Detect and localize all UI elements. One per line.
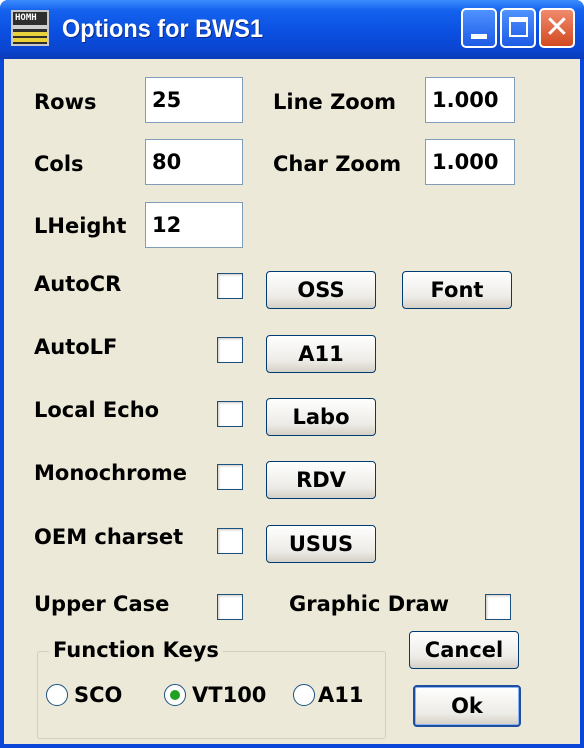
rows-label: Rows <box>34 90 97 114</box>
close-icon: ✕ <box>544 10 570 45</box>
vt100-radio[interactable] <box>164 684 186 706</box>
autocr-checkbox[interactable] <box>217 273 243 299</box>
sco-label: SCO <box>74 683 123 707</box>
minimize-icon <box>471 34 487 39</box>
sco-radio[interactable] <box>46 684 68 706</box>
cancel-button[interactable]: Cancel <box>409 631 519 669</box>
local-echo-checkbox[interactable] <box>217 401 243 427</box>
graphic-draw-checkbox[interactable] <box>485 594 511 620</box>
minimize-button[interactable] <box>461 8 497 48</box>
local-echo-label: Local Echo <box>34 398 160 422</box>
oss-button[interactable]: OSS <box>266 271 376 309</box>
upper-case-label: Upper Case <box>34 592 170 616</box>
a11-button[interactable]: A11 <box>266 335 376 373</box>
rows-input[interactable]: 25 <box>145 77 243 123</box>
line-zoom-label: Line Zoom <box>273 90 397 114</box>
radio-selected-dot <box>170 690 180 700</box>
lheight-input[interactable]: 12 <box>145 202 243 248</box>
vt100-label: VT100 <box>192 683 267 707</box>
maximize-button[interactable] <box>500 8 536 48</box>
function-keys-title: Function Keys <box>49 637 223 663</box>
a11-radio-label: A11 <box>318 683 364 707</box>
icon-stripe <box>13 32 47 36</box>
window-title: Options for BWS1 <box>62 15 264 43</box>
cols-input[interactable]: 80 <box>145 139 243 185</box>
line-zoom-input[interactable]: 1.000 <box>425 77 515 123</box>
close-button[interactable]: ✕ <box>539 8 575 48</box>
autocr-label: AutoCR <box>34 272 122 296</box>
options-dialog: HOMH Options for BWS1 ✕ Rows 25 Cols 80 … <box>0 0 584 748</box>
upper-case-checkbox[interactable] <box>217 594 243 620</box>
app-icon-label: HOMH <box>15 13 37 23</box>
dialog-body: Rows 25 Cols 80 LHeight 12 Line Zoom 1.0… <box>4 59 580 744</box>
title-bar[interactable]: HOMH Options for BWS1 ✕ <box>0 0 584 59</box>
usus-button[interactable]: USUS <box>266 525 376 563</box>
rdv-button[interactable]: RDV <box>266 461 376 499</box>
icon-stripe <box>13 38 47 42</box>
oem-charset-checkbox[interactable] <box>217 528 243 554</box>
monochrome-label: Monochrome <box>34 461 188 485</box>
oem-charset-label: OEM charset <box>34 525 184 549</box>
char-zoom-label: Char Zoom <box>273 152 402 176</box>
font-button[interactable]: Font <box>402 271 512 309</box>
autolf-checkbox[interactable] <box>217 337 243 363</box>
monochrome-checkbox[interactable] <box>217 464 243 490</box>
maximize-icon <box>509 17 528 37</box>
ok-button[interactable]: Ok <box>413 685 521 727</box>
cols-label: Cols <box>34 152 84 176</box>
lheight-label: LHeight <box>34 214 127 238</box>
terminal-app-icon[interactable]: HOMH <box>11 10 49 46</box>
char-zoom-input[interactable]: 1.000 <box>425 139 515 185</box>
a11-radio[interactable] <box>293 684 315 706</box>
autolf-label: AutoLF <box>34 335 118 359</box>
graphic-draw-label: Graphic Draw <box>289 592 450 616</box>
icon-stripe <box>13 25 47 29</box>
labo-button[interactable]: Labo <box>266 398 376 436</box>
